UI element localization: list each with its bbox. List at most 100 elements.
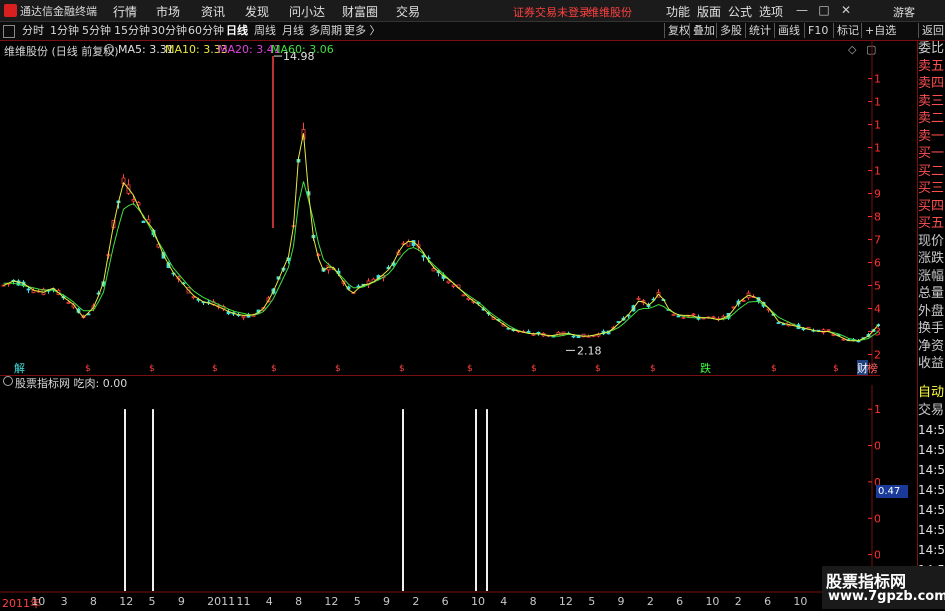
candle-body [671,313,676,316]
menu-zixun[interactable]: 资讯 [201,3,225,20]
period-fenshi[interactable]: 分时 [22,23,44,38]
indicator-bar-chart[interactable]: 0.200.400.600.801.00 [0,385,880,593]
quote-item: 买一 [918,146,945,161]
candle-body [526,331,531,333]
btn-tongji[interactable]: 统计 [745,23,771,38]
candle-body [431,268,436,272]
dividend-marker: $ [85,364,91,374]
menu-faxian[interactable]: 发现 [245,3,269,20]
dividend-marker: $ [271,364,277,374]
indicator-tick-label: 0.40 [874,512,880,525]
dividend-marker: $ [650,364,656,374]
btn-fanhui[interactable]: 返回 [918,23,944,38]
period-multi[interactable]: 多周期 [309,23,342,38]
menu-banmian[interactable]: 版面 [697,3,721,20]
time-axis-label: 8 [529,595,537,608]
menu-caifuquan[interactable]: 财富圈 [342,3,378,20]
menu-gongneng[interactable]: 功能 [666,3,690,20]
time-axis-label: 10 [31,595,46,608]
period-1min[interactable]: 1分钟 [50,23,79,38]
menu-gongshi[interactable]: 公式 [728,3,752,20]
btn-biaoji[interactable]: 标记 [833,23,859,38]
quote-item: 卖三 [918,93,945,109]
panel-toggle-icon[interactable] [3,25,15,38]
time-axis-label: 10 [793,595,808,608]
period-5min[interactable]: 5分钟 [82,23,111,38]
login-status[interactable]: 证券交易未登录 [513,4,590,20]
period-monthly[interactable]: 月线 [282,23,304,38]
period-30min[interactable]: 30分钟 [151,23,187,38]
dividend-marker: $ [595,364,601,374]
time-axis-label: 6 [764,595,772,608]
price-tick-label: 9.00 [874,188,880,201]
price-tick-label: 11.00 [874,142,880,155]
current-stock-name: 维维股份 [588,6,632,19]
event-bang-marker[interactable]: 榜 [867,360,878,376]
time-axis-label: 12 [324,595,339,608]
dividend-marker: $ [833,364,839,374]
auto-label[interactable]: 自动 [918,384,945,402]
time-axis-label: 8 [295,595,303,608]
btn-zixuan[interactable]: +自选 [861,23,896,38]
candle-body [26,288,31,291]
menu-shichang[interactable]: 市场 [156,3,180,20]
btn-duogu[interactable]: 多股 [716,23,742,38]
time-axis-label: 2011 [207,595,236,608]
candle-body [356,285,361,288]
time-axis-label: 4 [500,595,508,608]
time-axis-label: 10 [470,595,485,608]
close-button[interactable]: ✕ [838,2,854,18]
price-tick-label: 5.00 [874,280,880,293]
price-tick-label: 14.00 [874,73,880,86]
time-axis-label: 5 [353,595,361,608]
quote-item: 买五 [918,216,945,231]
candle-body [691,313,696,316]
period-15min[interactable]: 15分钟 [114,23,150,38]
period-more[interactable]: 更多 〉 [344,23,381,38]
time-axis-label: 9 [177,595,185,608]
candle-body [776,322,781,324]
minimize-button[interactable]: — [794,2,810,18]
dividend-marker: $ [149,364,155,374]
candlestick-chart[interactable]: 2.003.004.005.006.007.008.009.0010.0011.… [0,41,880,375]
btn-huaxian[interactable]: 画线 [774,23,800,38]
quote-item: 卖五 [918,58,945,74]
candle-body [741,300,746,302]
time-axis-label: 9 [383,595,391,608]
btn-f10[interactable]: F10 [804,23,828,38]
menu-hangqing[interactable]: 行情 [113,3,137,20]
period-daily[interactable]: 日线 [226,23,248,38]
ma10-line [3,133,879,342]
price-tick-label: 6.00 [874,257,880,270]
guest-label[interactable]: 游客 [893,4,915,20]
quote-item: 卖二 [918,111,945,126]
time-axis-label: 6 [441,595,449,608]
indicator-tick-label: 1.00 [874,403,880,416]
period-weekly[interactable]: 周线 [254,23,276,38]
menu-jiaoyi[interactable]: 交易 [396,3,420,20]
menu-xuanxiang[interactable]: 选项 [759,3,783,20]
btn-fuquan[interactable]: 复权 [664,23,690,38]
event-jie-marker[interactable]: 解 [14,360,25,376]
time-axis-label: 9 [617,595,625,608]
watermark-url: www.7gpzb.com [828,589,945,604]
time-axis-label: 11 [236,595,251,608]
menu-wenxiaoda[interactable]: 问小达 [289,3,325,20]
tick-time: 14:56 [918,463,945,477]
price-tick-label: 12.00 [874,119,880,132]
candle-body [531,333,536,336]
candle-body [141,220,146,223]
time-axis-label: 2 [646,595,654,608]
time-axis-label: 5 [588,595,596,608]
candle-body [636,297,641,300]
period-60min[interactable]: 60分钟 [188,23,224,38]
candle-body [571,335,576,338]
quote-item: 现价 [918,233,945,249]
restore-button[interactable]: □ [816,2,832,18]
time-axis-label: 10 [705,595,720,608]
btn-diejia[interactable]: 叠加 [689,23,715,38]
event-die-marker[interactable]: 跌 [700,360,711,376]
trade-label[interactable]: 交易 [918,402,945,420]
quote-item: 委比 [918,41,945,56]
candle-body [711,316,716,319]
